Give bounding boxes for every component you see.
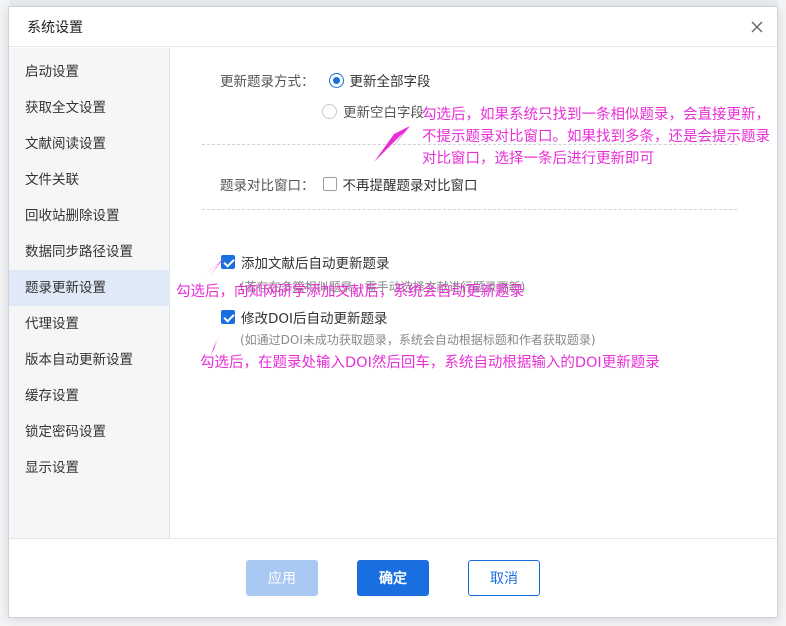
annotation-arrow-1: [374, 126, 410, 162]
annotation-arrows: [202, 126, 410, 358]
annotation-note-3: 勾选后，在题录处输入DOI然后回车，系统自动根据输入的DOI更新题录: [200, 355, 660, 371]
annotation-arrow-2: [202, 258, 224, 278]
annotation-note-1: 勾选后，如果系统只找到一条相似题录，会直接更新，不提示题录对比窗口。如果找到多条…: [422, 107, 770, 167]
annotation-note-2: 勾选后，向知网研学添加文献后，系统会自动更新题录: [176, 284, 524, 300]
